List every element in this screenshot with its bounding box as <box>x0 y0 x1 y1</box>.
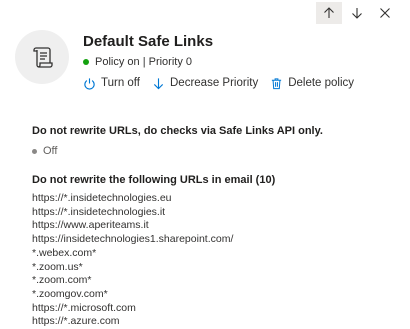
decrease-priority-label: Decrease Priority <box>170 77 259 89</box>
turn-off-label: Turn off <box>101 77 140 89</box>
policy-actions: Turn off Decrease Priority Delete policy <box>83 76 354 90</box>
previous-item-button[interactable] <box>316 2 342 24</box>
url-list-item: *.webex.com* <box>32 246 97 259</box>
turn-off-button[interactable]: Turn off <box>83 76 140 90</box>
delete-policy-button[interactable]: Delete policy <box>270 76 354 90</box>
status-dot-icon <box>83 59 89 65</box>
off-status-dot-icon <box>32 148 37 154</box>
url-list: https://*.insidetechnologies.eu https://… <box>32 192 275 329</box>
next-item-button[interactable] <box>344 2 370 24</box>
arrow-down-icon <box>153 77 164 89</box>
do-not-rewrite-section: Do not rewrite the following URLs in ema… <box>32 173 275 329</box>
delete-policy-label: Delete policy <box>288 77 355 89</box>
decrease-priority-button[interactable]: Decrease Priority <box>152 76 258 90</box>
safe-links-api-value: Off <box>32 145 323 157</box>
trash-icon <box>272 77 282 89</box>
url-list-item: https://*.azure.com <box>32 315 120 328</box>
policy-status-text: Policy on | Priority 0 <box>95 56 193 68</box>
policy-avatar <box>15 30 69 84</box>
safe-links-api-section: Do not rewrite URLs, do checks via Safe … <box>32 124 323 157</box>
url-list-item: https://*.microsoft.com <box>32 301 136 314</box>
policy-title: Default Safe Links <box>83 33 214 50</box>
url-list-item: https://*.insidetechnologies.eu <box>32 192 172 204</box>
url-list-item: *.zoom.com* <box>32 274 92 287</box>
url-list-item: https://insidetechnologies1.sharepoint.c… <box>32 233 234 246</box>
close-icon <box>380 8 390 18</box>
policy-status: Policy on | Priority 0 <box>83 55 354 69</box>
close-button[interactable] <box>372 2 398 24</box>
arrow-up-icon <box>324 7 334 18</box>
panel-navigation <box>316 2 398 24</box>
safe-links-api-value-text: Off <box>43 145 58 157</box>
url-list-item: https://www.aperiteams.it <box>32 219 149 232</box>
url-list-item: https://*.insidetechnologies.it <box>32 205 166 218</box>
url-list-item: *.zoom.us* <box>32 260 83 273</box>
scroll-document-icon <box>33 47 53 68</box>
url-list-item: *.zoomgov.com* <box>32 287 108 300</box>
power-icon <box>84 77 95 90</box>
do-not-rewrite-title: Do not rewrite the following URLs in ema… <box>32 174 276 186</box>
safe-links-api-title: Do not rewrite URLs, do checks via Safe … <box>32 125 323 137</box>
arrow-down-icon <box>352 8 362 19</box>
policy-header: Default Safe Links Policy on | Priority … <box>15 30 354 90</box>
